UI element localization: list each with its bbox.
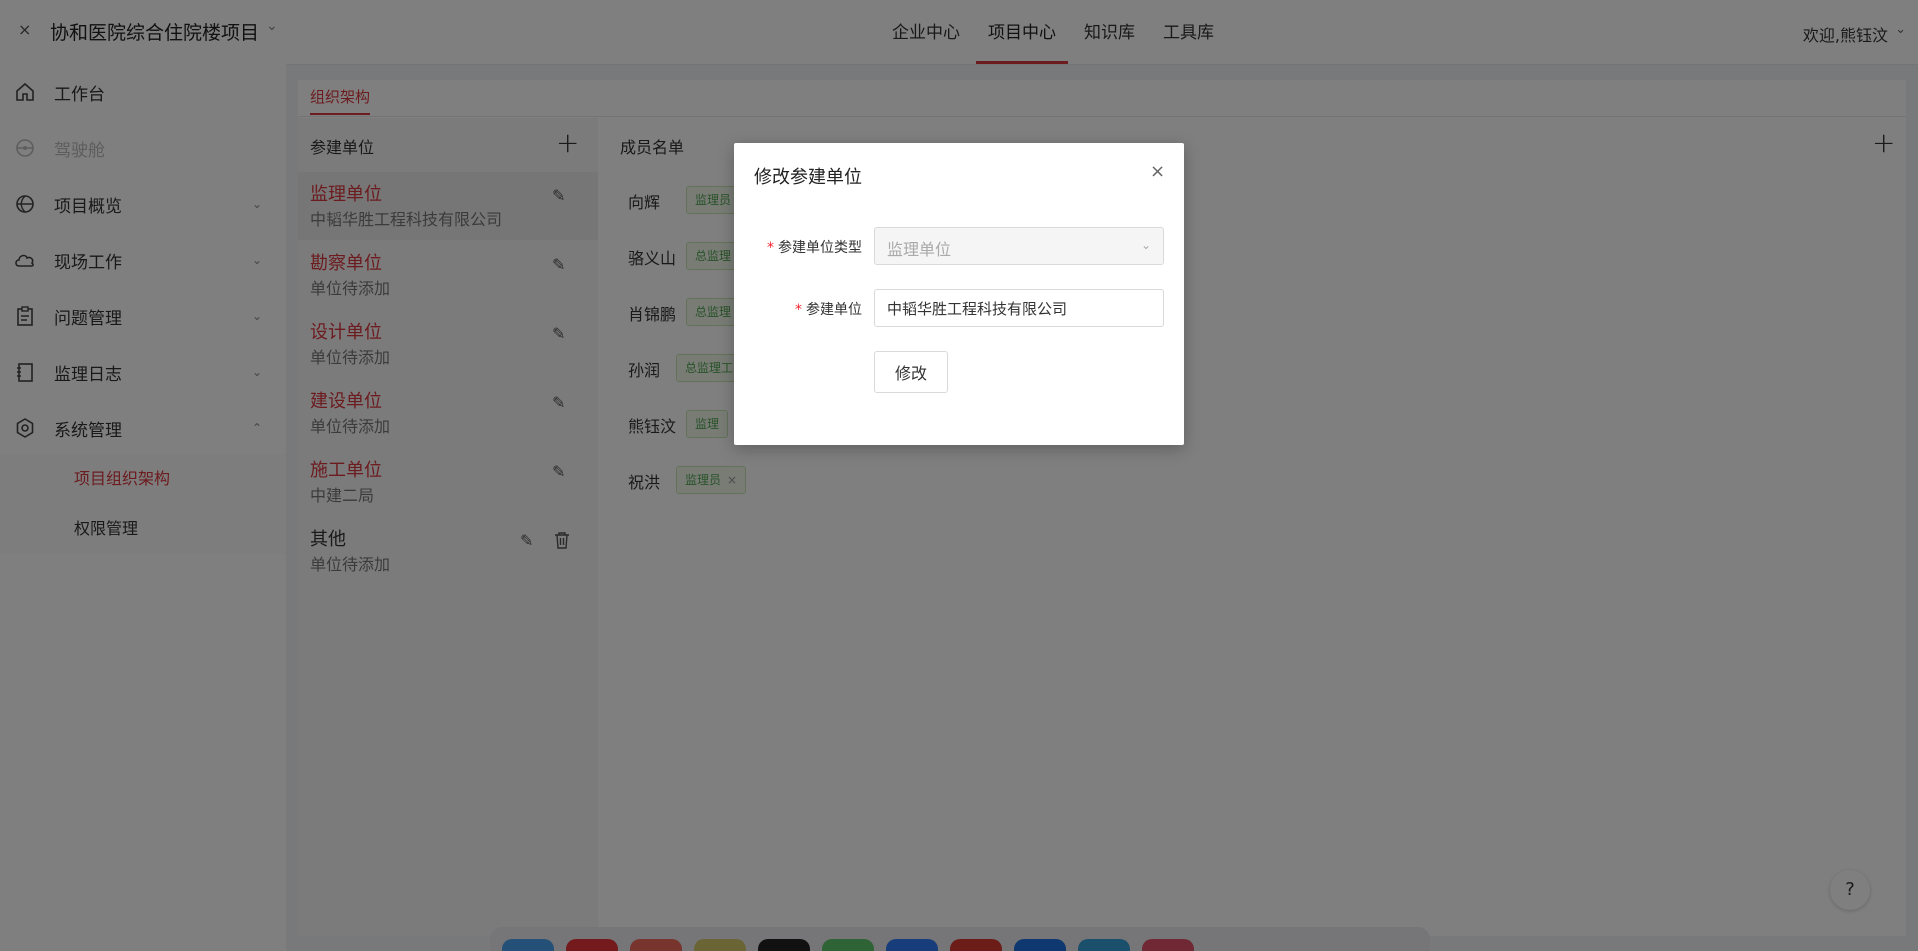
unit-type-value: 监理单位 xyxy=(887,240,952,259)
edit-unit-modal: 修改参建单位 × *参建单位类型 监理单位 ⌄ *参建单位 修改 xyxy=(734,143,1184,445)
chevron-down-icon: ⌄ xyxy=(1140,238,1151,252)
required-mark: * xyxy=(795,302,802,318)
unit-name-label-text: 参建单位 xyxy=(806,302,862,318)
close-icon[interactable]: × xyxy=(1150,161,1165,182)
unit-type-label: * 参建单位类型 xyxy=(767,237,862,257)
unit-name-input[interactable] xyxy=(874,289,1164,327)
submit-edit-button[interactable]: 修改 xyxy=(874,351,948,393)
modal-title: 修改参建单位 xyxy=(754,167,862,188)
required-mark: * xyxy=(767,240,774,256)
unit-type-select[interactable]: 监理单位 ⌄ xyxy=(874,227,1164,265)
unit-name-label: * 参建单位 xyxy=(795,299,862,319)
unit-type-label-text: 参建单位类型 xyxy=(778,240,862,256)
